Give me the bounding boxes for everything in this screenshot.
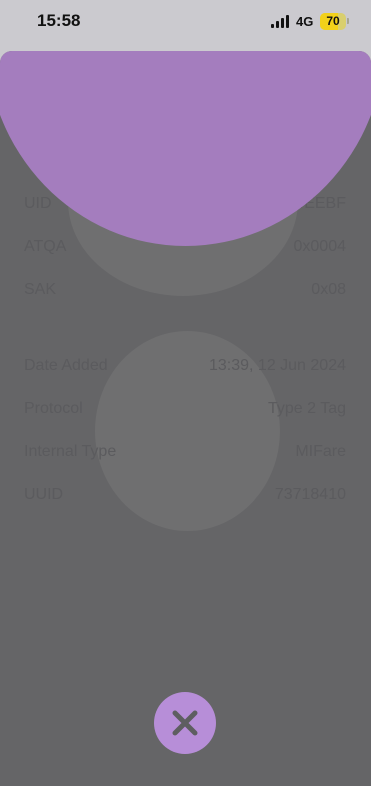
- network-label: 4G: [296, 14, 314, 29]
- close-icon: [172, 710, 198, 736]
- sak-value: 0x08: [311, 281, 346, 298]
- tag-detail-sheet: UID …EEBF ATQA 0x0004 SAK 0x08 Date Adde…: [0, 51, 371, 786]
- sak-row: SAK 0x08: [24, 278, 346, 302]
- signal-icon: [271, 15, 290, 28]
- atqa-label: ATQA: [24, 238, 67, 255]
- uuid-label: UUID: [24, 486, 64, 503]
- battery-icon: 70: [320, 13, 346, 30]
- internal-type-value: MIFare: [295, 443, 346, 460]
- uuid-row: UUID 73718410: [24, 483, 346, 507]
- date-added-label: Date Added: [24, 357, 108, 374]
- date-added-row: Date Added 13:39, 12 Jun 2024: [24, 354, 346, 378]
- protocol-value: Type 2 Tag: [268, 400, 346, 417]
- status-bar: 15:58 4G 70: [0, 0, 371, 46]
- protocol-label: Protocol: [24, 400, 83, 417]
- close-button[interactable]: [154, 692, 216, 754]
- uid-label: UID: [24, 195, 52, 212]
- internal-type-label: Internal Type: [24, 443, 117, 460]
- scan-overlay-circle: [0, 51, 371, 246]
- battery-cap: [347, 18, 349, 24]
- atqa-value: 0x0004: [293, 238, 347, 255]
- date-added-value: 13:39, 12 Jun 2024: [208, 357, 346, 374]
- internal-type-row: Internal Type MIFare: [24, 440, 346, 464]
- uuid-value: 73718410: [274, 486, 346, 503]
- status-time: 15:58: [37, 11, 81, 30]
- battery-label: 70: [326, 14, 340, 28]
- protocol-row: Protocol Type 2 Tag: [24, 397, 346, 421]
- sak-label: SAK: [24, 281, 57, 298]
